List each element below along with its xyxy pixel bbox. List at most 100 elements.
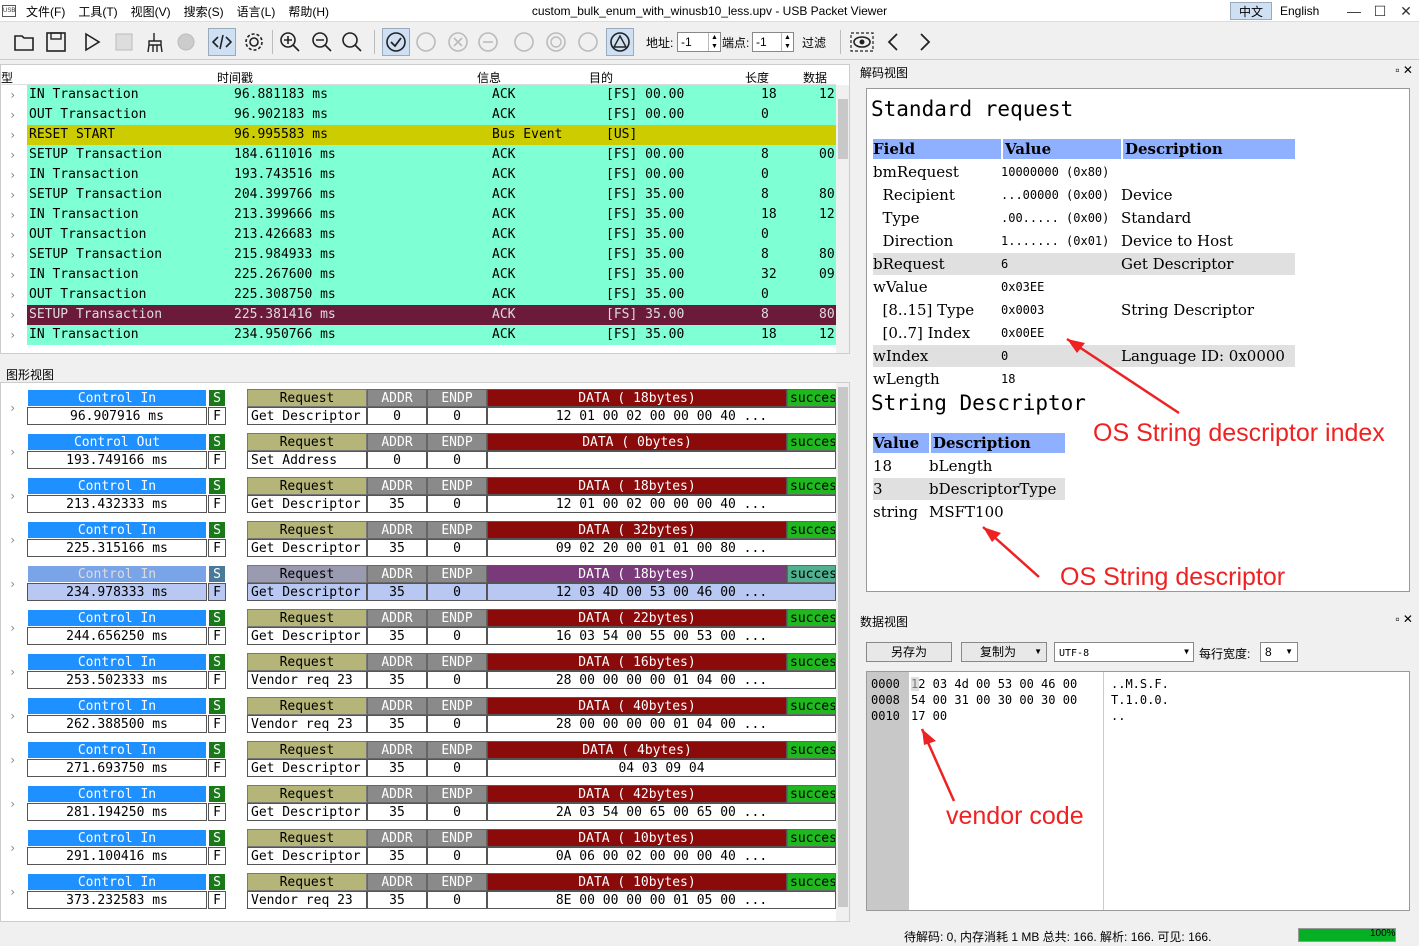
width-select[interactable]: 8 ▼ <box>1260 642 1298 662</box>
packet-row[interactable]: › IN Transaction 225.267600 ms ACK [FS] 35.0… <box>1 265 836 285</box>
prev-arrow-icon[interactable] <box>880 28 908 56</box>
col-info[interactable]: 信息 <box>477 69 501 86</box>
graph-row[interactable]: › Control In 373.232583 ms S F Request Vendor … <box>1 873 836 917</box>
menu-item-0[interactable]: 文件(F) <box>26 3 65 20</box>
eye-view-icon[interactable] <box>848 28 876 56</box>
maximize-icon[interactable]: ☐ <box>1366 0 1394 22</box>
next-arrow-icon[interactable] <box>910 28 938 56</box>
expand-chevron-icon[interactable]: › <box>9 533 16 547</box>
expand-chevron-icon[interactable]: › <box>9 841 16 855</box>
expand-chevron-icon[interactable]: › <box>9 185 25 205</box>
packet-row[interactable]: › OUT Transaction 225.308750 ms ACK [FS] 35.… <box>1 285 836 305</box>
graph-row[interactable]: › Control In 96.907916 ms S F Request Get Desc… <box>1 389 836 433</box>
error-filter-icon[interactable] <box>444 28 472 56</box>
data-panel-close-icon[interactable]: ▫ ✕ <box>1395 612 1413 626</box>
packet-row[interactable]: › SETUP Transaction 225.381416 ms ACK [FS] 3… <box>1 305 836 325</box>
check-filter-icon[interactable] <box>382 28 410 56</box>
menu-item-2[interactable]: 视图(V) <box>131 3 171 20</box>
nak-filter-icon[interactable] <box>412 28 440 56</box>
expand-chevron-icon[interactable]: › <box>9 325 25 345</box>
menu-item-4[interactable]: 语言(L) <box>237 3 276 20</box>
packet-row[interactable]: › IN Transaction 234.950766 ms ACK [FS] 35.0… <box>1 325 836 345</box>
close-icon[interactable]: ✕ <box>1392 0 1419 22</box>
expand-chevron-icon[interactable]: › <box>9 401 16 415</box>
packet-row[interactable]: › SETUP Transaction 204.399766 ms ACK [FS] 3… <box>1 185 836 205</box>
menu-item-5[interactable]: 帮助(H) <box>288 3 329 20</box>
packet-row[interactable]: › SETUP Transaction 184.611016 ms ACK [FS] 0… <box>1 145 836 165</box>
panel-close-icon[interactable]: ▫ ✕ <box>1395 63 1413 77</box>
decode-view[interactable]: Standard request Field Value Description… <box>866 88 1410 592</box>
packet-row[interactable]: › OUT Transaction 96.902183 ms ACK [FS] 00.0… <box>1 105 836 125</box>
menu-item-3[interactable]: 搜索(S) <box>184 3 224 20</box>
graph-row[interactable]: › Control Out 193.749166 ms S F Request Set Ad… <box>1 433 836 477</box>
zoom-out-icon[interactable] <box>308 28 336 56</box>
col-time[interactable]: 时间戳 <box>217 69 253 86</box>
lang-zh-button[interactable]: 中文 <box>1230 2 1273 20</box>
packet-list[interactable]: 型 时间戳 信息 目的 长度 数据 › IN Transaction 96.8811… <box>0 64 850 354</box>
expand-chevron-icon[interactable]: › <box>9 285 25 305</box>
expand-chevron-icon[interactable]: › <box>9 265 25 285</box>
endp-spinbox[interactable]: -1 ▲ ▼ <box>752 32 794 52</box>
packet-row[interactable]: › RESET START 96.995583 ms Bus Event [US] <box>1 125 836 145</box>
lang-en-button[interactable]: English <box>1272 2 1327 20</box>
expand-chevron-icon[interactable]: › <box>9 145 25 165</box>
packet-row[interactable]: › IN Transaction 213.399666 ms ACK [FS] 35.0… <box>1 205 836 225</box>
open-file-icon[interactable] <box>10 28 38 56</box>
expand-chevron-icon[interactable]: › <box>9 245 25 265</box>
graph-row[interactable]: › Control In 281.194250 ms S F Request Get Des… <box>1 785 836 829</box>
copy-as-dropdown[interactable]: 复制为 ▼ <box>961 642 1047 662</box>
graph-row[interactable]: › Control In 234.978333 ms S F Request Get Des… <box>1 565 836 609</box>
expand-chevron-icon[interactable]: › <box>9 885 16 899</box>
graph-row[interactable]: › Control In 291.100416 ms S F Request Get Des… <box>1 829 836 873</box>
settings-gear-icon[interactable] <box>240 28 268 56</box>
warning-filter-icon[interactable] <box>606 28 634 56</box>
graph-row[interactable]: › Control In 213.432333 ms S F Request Get Des… <box>1 477 836 521</box>
packet-row[interactable]: › SETUP Transaction 215.984933 ms ACK [FS] 3… <box>1 245 836 265</box>
play-icon[interactable] <box>78 28 106 56</box>
sof-filter-icon[interactable] <box>542 28 570 56</box>
save-icon[interactable] <box>42 28 70 56</box>
packet-row[interactable]: › IN Transaction 96.881183 ms ACK [FS] 00.00… <box>1 85 836 105</box>
packet-row[interactable]: › IN Transaction 193.743516 ms ACK [FS] 00.0… <box>1 165 836 185</box>
minimize-icon[interactable]: — <box>1340 0 1368 22</box>
addr-spinbox[interactable]: -1 ▲ ▼ <box>677 32 721 52</box>
expand-chevron-icon[interactable]: › <box>9 445 16 459</box>
expand-chevron-icon[interactable]: › <box>9 489 16 503</box>
expand-chevron-icon[interactable]: › <box>9 85 25 105</box>
code-view-icon[interactable] <box>208 28 236 56</box>
col-data[interactable]: 数据 <box>803 69 827 86</box>
expand-chevron-icon[interactable]: › <box>9 753 16 767</box>
graph-row[interactable]: › Control In 225.315166 ms S F Request Get Des… <box>1 521 836 565</box>
graph-row[interactable]: › Control In 271.693750 ms S F Request Get Des… <box>1 741 836 785</box>
graph-row[interactable]: › Control In 253.502333 ms S F Request Vendor … <box>1 653 836 697</box>
graph-view[interactable]: › Control In 96.907916 ms S F Request Get Desc… <box>0 382 850 922</box>
stop-icon[interactable] <box>110 28 138 56</box>
minus-filter-icon[interactable] <box>474 28 502 56</box>
packet-row[interactable]: › OUT Transaction 213.426683 ms ACK [FS] 35.… <box>1 225 836 245</box>
graph-row[interactable]: › Control In 244.656250 ms S F Request Get Des… <box>1 609 836 653</box>
encoding-select[interactable]: UTF-8 ▼ <box>1054 642 1194 662</box>
zoom-in-icon[interactable] <box>276 28 304 56</box>
expand-chevron-icon[interactable]: › <box>9 305 25 325</box>
col-length[interactable]: 长度 <box>745 69 769 86</box>
expand-chevron-icon[interactable]: › <box>9 797 16 811</box>
expand-chevron-icon[interactable]: › <box>9 165 25 185</box>
clear-broom-icon[interactable] <box>142 28 170 56</box>
record-icon[interactable] <box>172 28 200 56</box>
expand-chevron-icon[interactable]: › <box>9 709 16 723</box>
power-filter-icon[interactable] <box>574 28 602 56</box>
expand-chevron-icon[interactable]: › <box>9 225 25 245</box>
expand-chevron-icon[interactable]: › <box>9 665 16 679</box>
zoom-fit-icon[interactable] <box>338 28 366 56</box>
col-type[interactable]: 型 <box>1 69 13 86</box>
graph-row[interactable]: › Control In 262.388500 ms S F Request Vendor … <box>1 697 836 741</box>
packet-list-vscroll[interactable] <box>836 85 849 353</box>
expand-chevron-icon[interactable]: › <box>9 621 16 635</box>
col-dest[interactable]: 目的 <box>589 69 613 86</box>
p-filter-icon[interactable] <box>510 28 538 56</box>
graph-view-vscroll[interactable] <box>836 383 849 921</box>
expand-chevron-icon[interactable]: › <box>9 125 25 145</box>
filter-button[interactable]: 过滤 <box>802 34 826 51</box>
expand-chevron-icon[interactable]: › <box>9 205 25 225</box>
menu-item-1[interactable]: 工具(T) <box>78 3 117 20</box>
